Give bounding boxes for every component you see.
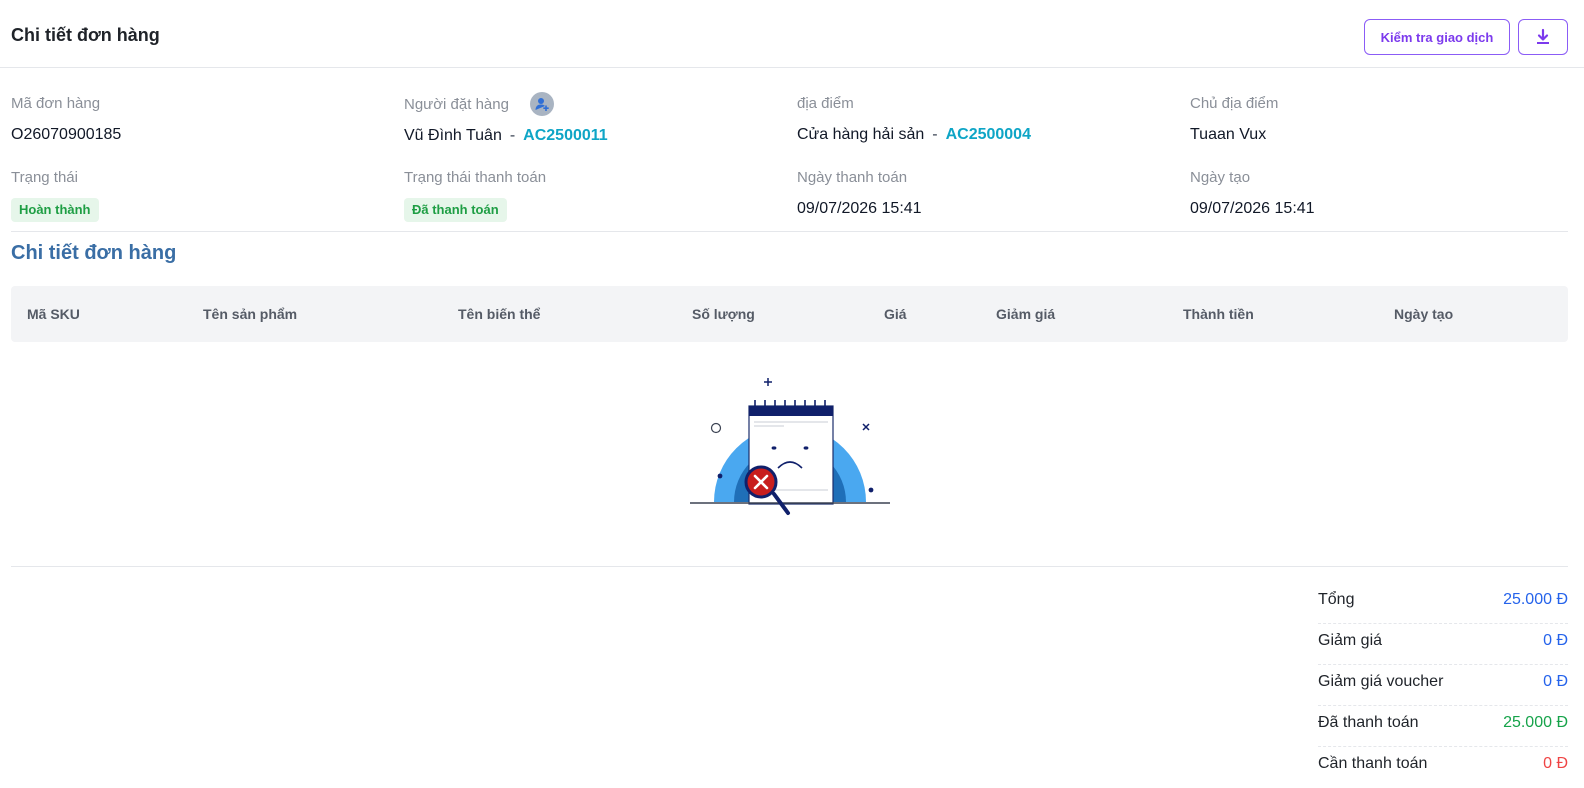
order-code-label: Mã đơn hàng (11, 95, 101, 112)
created-date: 09/07/2026 15:41 (1190, 200, 1315, 217)
summary-label: Giảm giá (1318, 632, 1383, 649)
owner-label: Chủ địa điểm (1190, 95, 1279, 112)
page-title: Chi tiết đơn hàng (11, 25, 160, 45)
column-header-price: Giá (884, 306, 907, 322)
payment-status-badge: Đã thanh toán (404, 198, 507, 222)
column-header-quantity: Số lượng (692, 306, 755, 322)
summary-value: 25.000 Đ (1503, 714, 1568, 731)
check-transaction-button[interactable]: Kiểm tra giao dịch (1364, 19, 1510, 55)
summary-row-discount: Giảm giá 0 Đ (1318, 624, 1568, 665)
order-code: O26070900185 (11, 126, 122, 143)
divider (11, 231, 1568, 232)
payment-date: 09/07/2026 15:41 (797, 200, 922, 217)
column-header-variant-name: Tên biến thể (458, 306, 541, 322)
section-title: Chi tiết đơn hàng (11, 242, 177, 264)
table-header: Mã SKU Tên sản phẩm Tên biến thể Số lượn… (11, 286, 1568, 342)
empty-state-icon (690, 378, 890, 515)
divider (11, 566, 1568, 567)
summary-row-paid: Đã thanh toán 25.000 Đ (1318, 706, 1568, 747)
orderer: Vũ Đình Tuân - AC2500011 (404, 127, 608, 145)
column-header-total: Thành tiền (1183, 306, 1254, 322)
orderer-name: Vũ Đình Tuân (404, 127, 502, 144)
summary-value: 0 Đ (1543, 673, 1568, 690)
summary-value: 25.000 Đ (1503, 591, 1568, 608)
summary-value: 0 Đ (1543, 755, 1568, 772)
user-add-icon[interactable] (530, 92, 554, 116)
summary-value: 0 Đ (1543, 632, 1568, 649)
status-badge: Hoàn thành (11, 198, 99, 222)
summary-row-total: Tổng 25.000 Đ (1318, 583, 1568, 624)
location-code-link[interactable]: AC2500004 (946, 126, 1031, 143)
created-date-label: Ngày tạo (1190, 169, 1251, 186)
summary-row-amount-due: Cần thanh toán 0 Đ (1318, 747, 1568, 788)
location: Cửa hàng hải sản - AC2500004 (797, 126, 1031, 144)
orderer-label: Người đặt hàng (404, 96, 509, 113)
summary-label: Tổng (1318, 591, 1355, 608)
column-header-product-name: Tên sản phẩm (203, 306, 298, 322)
location-label: địa điểm (797, 95, 854, 112)
summary-label: Cần thanh toán (1318, 755, 1428, 772)
summary-label: Đã thanh toán (1318, 714, 1419, 731)
column-header-discount: Giảm giá (996, 306, 1056, 322)
download-button[interactable] (1518, 19, 1568, 55)
column-header-sku: Mã SKU (27, 306, 80, 322)
location-name: Cửa hàng hải sản (797, 126, 925, 143)
summary-label: Giảm giá voucher (1318, 673, 1444, 690)
status-label: Trạng thái (11, 169, 78, 186)
separator: - (932, 126, 938, 143)
separator: - (509, 127, 516, 144)
orderer-code-link[interactable]: AC2500011 (523, 127, 608, 144)
owner-name: Tuaan Vux (1190, 126, 1267, 143)
download-icon (1537, 28, 1549, 44)
page-header: Chi tiết đơn hàng Kiểm tra giao dịch (0, 0, 1584, 68)
summary-row-voucher-discount: Giảm giá voucher 0 Đ (1318, 665, 1568, 706)
payment-date-label: Ngày thanh toán (797, 169, 908, 186)
column-header-created-date: Ngày tạo (1394, 306, 1454, 322)
payment-status-label: Trạng thái thanh toán (404, 169, 547, 186)
